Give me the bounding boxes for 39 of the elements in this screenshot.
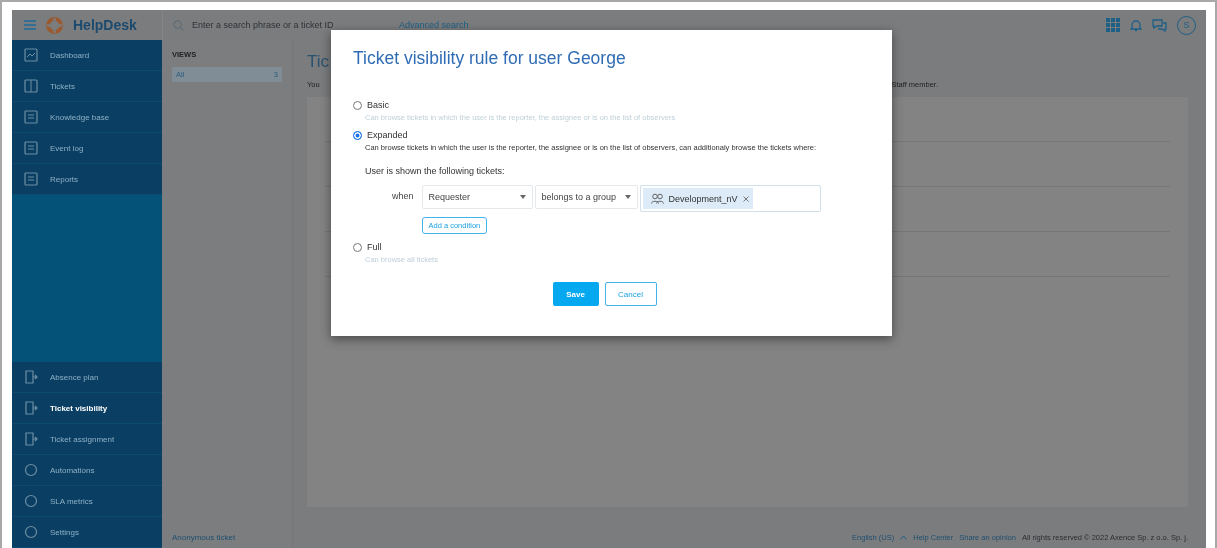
chevron-up-icon [900,535,908,540]
when-label: when [392,191,414,203]
menu-item-icon [24,141,38,155]
menu-item-icon [24,172,38,186]
caret-icon [624,195,631,199]
lifebuoy-icon [46,16,63,34]
caret-icon [519,195,526,199]
group-tag: Development_nV [642,188,753,209]
cancel-button[interactable]: Cancel [604,282,657,306]
rule-heading: User is shown the following tickets: [365,166,506,176]
grid-icon[interactable] [1106,18,1120,32]
page-title: Tic [307,52,330,72]
search-field[interactable]: Enter a search phrase or a ticket ID [190,19,384,31]
menu-item-icon [24,525,38,539]
option-label: Basic [367,100,389,110]
option-label: Expanded [367,130,408,140]
save-button[interactable]: Save [552,282,599,306]
option-label: Full [367,242,382,252]
chat-icon[interactable] [1152,18,1167,32]
menu-item-icon [24,494,38,508]
remove-icon[interactable] [742,195,749,202]
menu-item-icon [24,370,38,384]
bell-icon[interactable] [1130,18,1142,32]
menu-item-icon [24,110,38,124]
radio-button[interactable] [353,242,362,252]
dialog-title: Ticket visibility rule for user George [353,48,627,69]
menu-item-icon [24,79,38,93]
menu-item-icon [24,48,38,62]
radio-button[interactable] [353,130,362,140]
menu-item-icon [24,432,38,446]
search-icon [173,19,184,31]
group-select-field[interactable]: Development_nV [639,185,821,212]
menu-item-icon [24,463,38,477]
field-dropdown[interactable]: Requester [421,185,533,209]
operator-dropdown[interactable]: belongs to a group [534,185,638,209]
brand-name: HelpDesk [73,17,137,33]
radio-button[interactable] [353,100,362,110]
menu-item-icon [24,401,38,415]
group-icon [650,193,664,204]
